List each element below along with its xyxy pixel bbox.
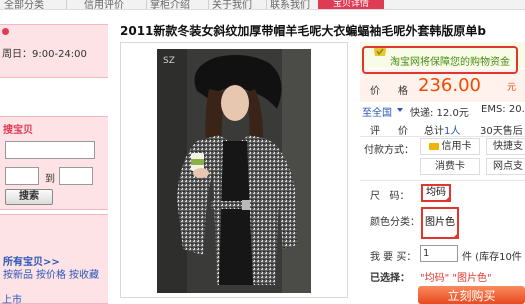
sidebar-contact-block: 周日：9:00-24:00 — [0, 24, 108, 78]
price-min-input[interactable] — [5, 167, 39, 185]
price-label-char-1: 价 — [370, 86, 380, 97]
nav-divider — [146, 0, 147, 9]
purchase-panel: 淘宝网将保障您的购物资金 价 格 236.00 元 至全国 快递: 12.0元 … — [360, 42, 525, 304]
price-max-input[interactable] — [59, 167, 93, 185]
rating-total-label: 总计 — [424, 126, 444, 137]
stock-text: 件 (库存10件 — [462, 252, 522, 263]
credit-card-icon — [428, 142, 439, 150]
color-label: 颜色分类： — [370, 217, 420, 228]
nav-item-all-categories[interactable]: 全部分类 — [4, 0, 44, 9]
nav-active-label: 宝贝详情 — [332, 0, 369, 9]
nav-item-credit-rating[interactable]: 信用评价 — [84, 0, 124, 9]
selected-tick-icon — [452, 232, 459, 239]
selected-label: 已选择： — [370, 273, 410, 284]
color-option-photo-color[interactable]: 图片色 — [421, 207, 459, 239]
left-sidebar: 周日：9:00-24:00 搜宝贝 到 搜索 所有宝贝>> 按新品 按价格 按收… — [0, 10, 108, 304]
keyword-input[interactable] — [5, 141, 95, 159]
new-arrivals-link[interactable]: 上市 — [2, 291, 22, 304]
pay-express-option[interactable]: 快捷支 — [486, 138, 525, 155]
photo-watermark: SZ — [163, 56, 175, 66]
price-value: 236.00 — [418, 75, 481, 96]
rating-label-char-1: 评 — [370, 126, 380, 137]
nav-divider — [208, 0, 209, 9]
ems-fee: EMS: 20.0 — [481, 104, 525, 115]
ship-to-selector[interactable]: 至全国 — [362, 104, 392, 119]
rating-label-char-2: 价 — [398, 126, 408, 137]
nav-item-about[interactable]: 关于我们 — [212, 0, 252, 9]
panel-divider — [360, 180, 525, 181]
pay-consumer-card-option[interactable]: 消费卡 — [420, 158, 480, 175]
nav-item-product-details[interactable]: 宝贝详情 — [318, 0, 384, 9]
sort-by-new-link[interactable]: 按新品 — [3, 266, 33, 281]
selected-summary: "均码" "图片色" — [420, 273, 492, 284]
price-label-char-2: 格 — [398, 86, 408, 97]
selected-tick-icon — [444, 195, 451, 202]
product-photo[interactable]: SZ — [157, 49, 311, 293]
express-fee: 快递: 12.0元 — [410, 108, 469, 119]
nav-divider — [66, 0, 67, 9]
price-highlight-box — [362, 46, 518, 74]
price-unit: 元 — [507, 83, 517, 93]
size-option-one-size[interactable]: 均码 — [421, 184, 451, 202]
panel-divider — [360, 136, 525, 137]
bullet-icon — [2, 28, 9, 35]
size-option-label: 均码 — [426, 187, 446, 198]
search-button[interactable]: 搜索 — [5, 189, 53, 205]
sidebar-categories-block: 所有宝贝>> 按新品 按价格 按收藏 上市 — [0, 214, 108, 304]
pay-credit-card-option[interactable]: 信用卡 — [420, 138, 480, 155]
color-option-label: 图片色 — [425, 217, 455, 228]
size-label: 尺 码： — [370, 191, 410, 202]
buy-now-button[interactable]: 立刻购买 — [418, 286, 525, 304]
payment-label: 付款方式： — [364, 145, 414, 156]
pay-credit-card-label: 信用卡 — [441, 141, 472, 152]
quantity-label: 我 要 买： — [370, 252, 417, 263]
service-hours: 周日：9:00-24:00 — [2, 49, 87, 60]
nav-item-shopkeeper[interactable]: 掌柜介绍 — [150, 0, 190, 9]
pay-outlet-option[interactable]: 网点支 — [486, 158, 525, 175]
rating-count-link[interactable]: 1人 — [444, 122, 460, 137]
sort-by-favorites-link[interactable]: 按收藏 — [69, 266, 99, 281]
store-nav-bar: 全部分类 信用评价 掌柜介绍 关于我们 联系我们 宝贝详情 — [0, 0, 525, 10]
nav-divider — [266, 0, 267, 9]
chevron-down-icon — [397, 108, 403, 112]
return-policy: 30天售后 — [480, 126, 523, 137]
price-range-to-label: 到 — [45, 174, 55, 185]
sort-by-price-link[interactable]: 按价格 — [36, 266, 66, 281]
quantity-input[interactable]: 1 — [420, 245, 458, 262]
product-title: 2011新款冬装女斜纹加厚带帽羊毛呢大衣蝙蝠袖毛呢外套韩版原单b — [120, 24, 486, 38]
search-title: 搜宝贝 — [3, 125, 33, 136]
product-image-frame: SZ — [120, 42, 348, 298]
nav-item-store[interactable]: 联系我们 — [270, 0, 310, 9]
